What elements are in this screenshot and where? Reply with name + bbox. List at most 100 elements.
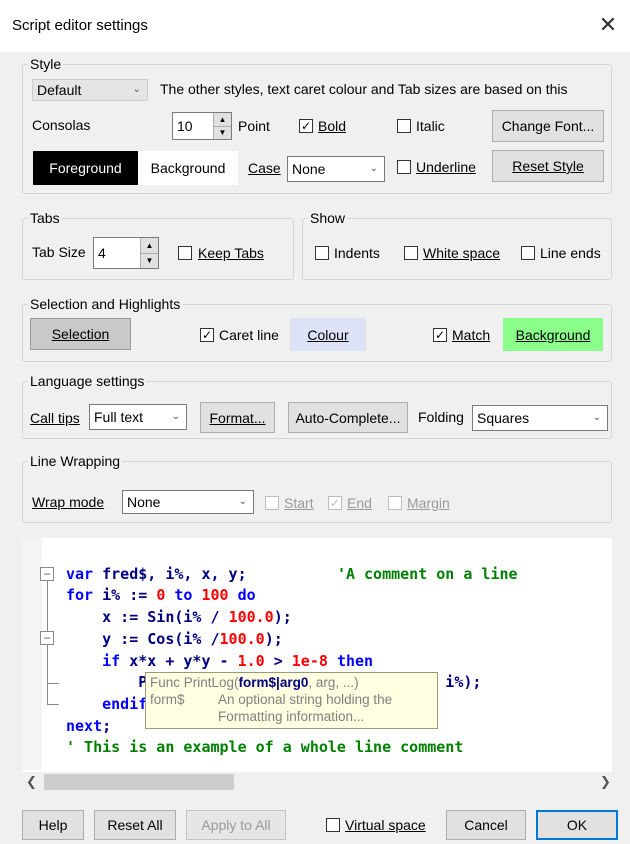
chevron-down-icon: ⌄ xyxy=(132,83,141,95)
underline-label[interactable]: Underline xyxy=(416,159,476,175)
end-label[interactable]: End xyxy=(347,495,372,511)
checkmark-icon: ✓ xyxy=(201,328,213,342)
checkmark-icon: ✓ xyxy=(300,119,312,133)
code-line: ' This is an example of a whole line com… xyxy=(66,738,464,757)
point-label: Point xyxy=(238,118,270,134)
scrollbar-thumb[interactable] xyxy=(44,774,234,790)
change-font-button[interactable]: Change Font... xyxy=(492,110,604,142)
spin-down-icon[interactable]: ▼ xyxy=(141,253,158,268)
chevron-down-icon: ⌄ xyxy=(238,495,247,507)
foreground-swatch-button[interactable]: Foreground xyxy=(33,151,138,185)
scroll-right-icon[interactable]: ❯ xyxy=(600,774,611,790)
highlight-background-button[interactable]: Background xyxy=(503,318,603,351)
reset-all-button[interactable]: Reset All xyxy=(94,810,176,840)
call-tips-label: Call tips xyxy=(30,410,80,426)
italic-checkbox[interactable] xyxy=(397,119,411,133)
indents-label[interactable]: Indents xyxy=(334,245,380,261)
code-text: var fred$, i%, x, y; 'A comment on a lin… xyxy=(66,542,518,781)
window-title: Script editor settings xyxy=(12,17,148,34)
fold-line xyxy=(47,704,59,705)
match-label[interactable]: Match xyxy=(452,327,490,343)
language-group-label: Language settings xyxy=(28,373,147,389)
tab-size-value: 4 xyxy=(98,245,106,261)
colour-button[interactable]: Colour xyxy=(290,318,366,351)
selection-button[interactable]: Selection xyxy=(30,318,131,350)
format-button[interactable]: Format... xyxy=(200,402,275,433)
tab-size-stepper[interactable]: 4 ▲ ▼ xyxy=(93,237,159,269)
style-info-text: The other styles, text caret colour and … xyxy=(160,81,568,97)
wrap-mode-label: Wrap mode xyxy=(32,494,105,510)
style-group-label: Style xyxy=(28,56,64,72)
fold-minus-icon[interactable]: − xyxy=(40,567,54,581)
fold-margin xyxy=(22,538,42,770)
underline-checkbox[interactable] xyxy=(397,160,411,174)
caret-line-label[interactable]: Caret line xyxy=(219,327,279,343)
cancel-button[interactable]: Cancel xyxy=(446,810,526,840)
wrap-group xyxy=(22,461,612,523)
margin-checkbox[interactable] xyxy=(388,496,402,510)
help-button[interactable]: Help xyxy=(22,810,84,840)
style-select[interactable]: Default ⌄ xyxy=(32,79,148,101)
call-tip-param: form$ An optional string holding the xyxy=(150,692,393,707)
case-label: Case xyxy=(248,160,281,176)
font-size-stepper[interactable]: 10 ▲ ▼ xyxy=(172,112,232,140)
folding-select-value: Squares xyxy=(477,410,530,426)
ok-button[interactable]: OK xyxy=(536,810,618,840)
keep-tabs-label[interactable]: Keep Tabs xyxy=(198,245,264,261)
close-icon[interactable]: ✕ xyxy=(594,11,622,39)
spin-up-icon[interactable]: ▲ xyxy=(141,238,158,254)
chevron-down-icon: ⌄ xyxy=(171,410,180,422)
checkmark-icon: ✓ xyxy=(434,328,446,342)
line-ends-checkbox[interactable] xyxy=(521,246,535,260)
keep-tabs-checkbox[interactable] xyxy=(178,246,192,260)
line-ends-label[interactable]: Line ends xyxy=(540,245,601,261)
match-checkbox[interactable]: ✓ xyxy=(433,328,447,342)
spin-down-icon[interactable]: ▼ xyxy=(214,126,231,139)
white-space-checkbox[interactable] xyxy=(404,246,418,260)
call-tips-select[interactable]: Full text ⌄ xyxy=(89,404,187,430)
code-line: var fred$, i%, x, y; 'A comment on a lin… xyxy=(66,564,518,583)
start-checkbox[interactable] xyxy=(265,496,279,510)
style-select-value: Default xyxy=(37,82,82,98)
virtual-space-label[interactable]: Virtual space xyxy=(345,817,426,833)
call-tip-param-desc: Formatting information... xyxy=(218,709,365,724)
italic-label[interactable]: Italic xyxy=(416,118,445,134)
folding-select[interactable]: Squares ⌄ xyxy=(472,405,608,431)
tabs-group-label: Tabs xyxy=(28,210,62,226)
fold-minus-icon[interactable]: − xyxy=(40,631,54,645)
case-select-value: None xyxy=(292,161,326,177)
call-tip-signature: Func PrintLog(form$|arg0, arg, ...) xyxy=(150,675,359,690)
end-checkbox[interactable]: ✓ xyxy=(328,496,342,510)
checkmark-icon: ✓ xyxy=(329,496,341,510)
code-line: x := Sin(i% / 100.0); xyxy=(66,608,292,627)
white-space-label[interactable]: White space xyxy=(423,245,500,261)
start-label[interactable]: Start xyxy=(284,495,314,511)
selection-group-label: Selection and Highlights xyxy=(28,296,183,312)
auto-complete-button[interactable]: Auto-Complete... xyxy=(288,402,408,433)
scroll-left-icon[interactable]: ❮ xyxy=(26,774,37,790)
call-tips-select-value: Full text xyxy=(94,409,144,425)
font-size-value: 10 xyxy=(177,118,193,134)
margin-label[interactable]: Margin xyxy=(407,495,450,511)
caret-line-checkbox[interactable]: ✓ xyxy=(200,328,214,342)
tab-size-label: Tab Size xyxy=(32,244,86,260)
code-line: for i% := 0 to 100 do xyxy=(66,586,256,605)
wrap-group-label: Line Wrapping xyxy=(28,453,123,469)
code-line: if x*x + y*y - 1.0 > 1e-8 then xyxy=(66,651,374,670)
background-swatch-button[interactable]: Background xyxy=(138,151,238,185)
virtual-space-checkbox[interactable] xyxy=(326,818,340,832)
bold-label[interactable]: Bold xyxy=(318,118,346,134)
call-tip-tooltip: Func PrintLog(form$|arg0, arg, ...) form… xyxy=(145,672,438,729)
font-name-label: Consolas xyxy=(32,117,91,133)
wrap-mode-select[interactable]: None ⌄ xyxy=(122,490,254,514)
fold-line xyxy=(47,683,59,684)
wrap-mode-select-value: None xyxy=(127,494,161,510)
spin-up-icon[interactable]: ▲ xyxy=(214,113,231,127)
indents-checkbox[interactable] xyxy=(315,246,329,260)
reset-style-button[interactable]: Reset Style xyxy=(492,150,604,182)
chevron-down-icon: ⌄ xyxy=(592,411,601,423)
case-select[interactable]: None ⌄ xyxy=(287,156,385,182)
show-group-label: Show xyxy=(308,210,348,226)
apply-to-all-button[interactable]: Apply to All xyxy=(186,810,286,840)
bold-checkbox[interactable]: ✓ xyxy=(299,119,313,133)
